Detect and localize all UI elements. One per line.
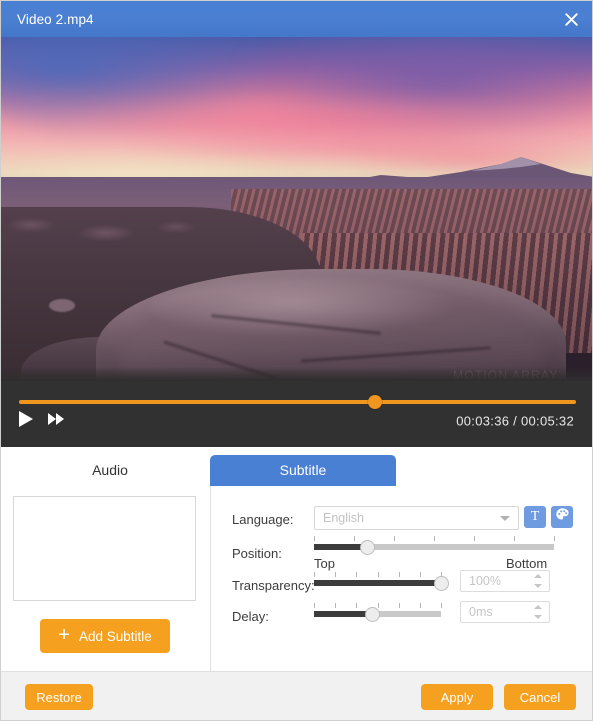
slider-tick [441,603,442,608]
transparency-stepper-arrows[interactable] [534,574,542,588]
position-end-label: Bottom [506,556,548,571]
delay-stepper[interactable]: 0ms [460,601,550,623]
close-button[interactable] [548,1,592,37]
transparency-value: 100% [469,574,501,588]
tab-bar: Audio Subtitle [1,447,592,487]
slider-tick [377,603,379,608]
cancel-button[interactable]: Cancel [504,684,576,710]
palette-icon [555,507,570,527]
subtitle-tab-content: + Add Subtitle Language: English T Posit… [1,486,592,671]
restore-button[interactable]: Restore [25,684,93,710]
delay-slider-handle[interactable] [365,607,381,622]
slider-tick [377,572,379,577]
play-button[interactable] [17,410,39,432]
position-slider-handle[interactable] [359,540,375,555]
delay-slider[interactable] [314,603,442,622]
delay-slider-fill [314,611,373,617]
tab-audio[interactable]: Audio [24,455,196,486]
slider-tick [398,572,400,577]
seek-track [19,400,576,404]
rock-highlight [151,279,461,337]
delay-label: Delay: [232,609,269,624]
stepper-up-icon[interactable] [534,605,542,609]
slider-tick [356,572,358,577]
transparency-stepper[interactable]: 100% [460,570,550,592]
text-style-icon: T [530,509,540,524]
slider-tick [356,603,358,608]
dialog-footer: Restore Apply Cancel [1,671,592,720]
transparency-slider[interactable] [314,572,449,591]
slider-tick [314,536,315,541]
delay-slider-ticks [314,603,442,608]
tab-subtitle[interactable]: Subtitle [210,455,396,486]
slider-tick [314,603,315,608]
chevron-down-icon [500,516,510,521]
transparency-slider-ticks [314,572,442,577]
delay-value: 0ms [469,605,493,619]
subtitle-settings-dialog: Video 2.mp4 00:03:36 / 00:05:32 Audio Su… [0,0,593,721]
window-title: Video 2.mp4 [17,11,94,27]
fast-forward-icon [47,411,65,432]
slider-tick [514,536,515,541]
stepper-down-icon[interactable] [534,615,542,619]
language-select[interactable]: English [314,506,519,530]
language-value: English [323,511,364,525]
slider-tick [335,572,337,577]
slider-tick [353,536,355,541]
seek-bar[interactable] [19,395,576,409]
position-slider-fill [314,544,367,550]
title-bar: Video 2.mp4 [1,1,592,37]
plateau-rocks [1,213,241,253]
position-start-label: Top [314,556,335,571]
subtitle-settings: Language: English T Position: Top Bottom… [210,486,592,671]
plus-icon: + [58,624,70,646]
transparency-slider-fill [314,580,441,586]
slider-tick [398,603,400,608]
slider-tick [473,536,475,541]
slider-tick [434,536,435,541]
delay-stepper-arrows[interactable] [534,605,542,619]
slider-tick [419,603,421,608]
slider-tick [393,536,395,541]
add-subtitle-button[interactable]: + Add Subtitle [40,619,170,653]
color-button[interactable] [551,506,573,528]
add-subtitle-label: Add Subtitle [78,628,152,644]
language-label: Language: [232,512,294,527]
small-boulder [49,299,75,312]
slider-tick [335,603,337,608]
video-preview[interactable]: MOTION ARRAY [1,37,592,381]
time-display: 00:03:36 / 00:05:32 [456,413,574,429]
play-icon [17,409,35,434]
apply-button[interactable]: Apply [421,684,493,710]
stepper-up-icon[interactable] [534,574,542,578]
transparency-slider-handle[interactable] [434,576,449,591]
transparency-label: Transparency: [232,578,315,593]
text-style-button[interactable]: T [524,506,546,528]
player-control-bar: 00:03:36 / 00:05:32 [1,381,592,447]
position-slider[interactable] [314,536,555,555]
stepper-down-icon[interactable] [534,584,542,588]
seek-handle[interactable] [368,395,383,409]
subtitle-list[interactable] [13,496,196,601]
slider-tick [419,572,421,577]
close-icon [564,12,579,27]
slider-tick [314,572,315,577]
fast-forward-button[interactable] [47,410,69,432]
video-bottom-fade [1,367,592,381]
position-slider-ticks [314,536,555,541]
position-label: Position: [232,546,282,561]
slider-tick [554,536,555,541]
